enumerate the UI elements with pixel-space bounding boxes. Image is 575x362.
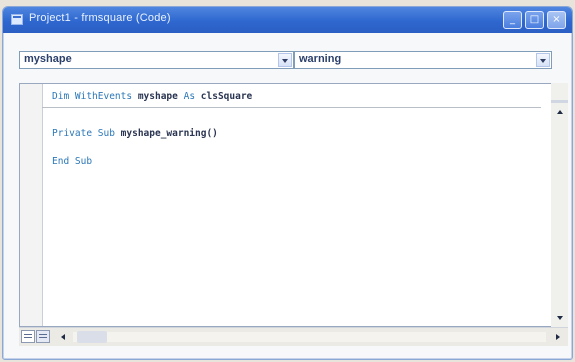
window-title: Project1 - frmsquare (Code): [29, 12, 171, 24]
vb-code-icon: [11, 14, 23, 25]
minimize-button[interactable]: _: [503, 11, 522, 29]
keyword: Dim WithEvents: [52, 91, 133, 102]
identifier: myshape: [137, 91, 178, 102]
chevron-down-icon[interactable]: [536, 53, 550, 67]
procedure-dropdown-value: warning: [299, 53, 342, 65]
code-content[interactable]: Dim WithEvents myshape As clsSquare Priv…: [52, 91, 529, 172]
selector-bar: myshape warning: [7, 37, 568, 69]
code-line-end-sub[interactable]: End Sub: [52, 156, 529, 172]
scroll-up-icon[interactable]: [551, 103, 568, 120]
minimize-icon: _: [510, 14, 515, 25]
object-dropdown-value: myshape: [24, 53, 72, 65]
close-icon: ×: [552, 14, 561, 25]
title-bar[interactable]: Project1 - frmsquare (Code) _ □ ×: [3, 7, 572, 33]
close-button[interactable]: ×: [547, 11, 566, 29]
code-line-sub-header[interactable]: Private Sub myshape_warning(): [52, 128, 529, 144]
code-line-declaration[interactable]: Dim WithEvents myshape As clsSquare: [52, 91, 529, 107]
chevron-down-icon[interactable]: [278, 53, 292, 67]
type-name: clsSquare: [200, 91, 253, 102]
horizontal-scroll-thumb[interactable]: [77, 331, 107, 343]
maximize-button[interactable]: □: [525, 11, 544, 29]
scroll-left-icon[interactable]: [57, 330, 71, 344]
identifier: myshape_warning(): [120, 128, 218, 139]
code-editor[interactable]: Dim WithEvents myshape As clsSquare Priv…: [19, 83, 552, 327]
object-dropdown[interactable]: myshape: [19, 51, 294, 69]
code-window: Project1 - frmsquare (Code) _ □ × myshap…: [2, 6, 573, 360]
full-module-view-icon[interactable]: [36, 330, 50, 343]
procedure-view-icon[interactable]: [21, 330, 35, 343]
maximize-icon: □: [529, 14, 540, 25]
keyword: As: [183, 91, 196, 102]
procedure-dropdown[interactable]: warning: [294, 51, 552, 69]
editor-bottom-bar: [19, 327, 568, 346]
margin-indicator-bar[interactable]: [20, 84, 43, 326]
scroll-right-icon[interactable]: [551, 330, 565, 344]
keyword: Private Sub: [52, 128, 115, 139]
horizontal-scrollbar[interactable]: [73, 332, 546, 342]
vertical-scrollbar[interactable]: [551, 83, 568, 327]
scroll-down-icon[interactable]: [551, 310, 568, 327]
keyword: End Sub: [52, 156, 93, 167]
